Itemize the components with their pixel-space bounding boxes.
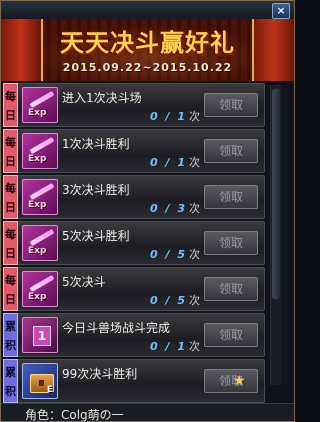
- level-badge-icon[interactable]: 1: [22, 317, 58, 353]
- exp-sword-icon[interactable]: Exp: [22, 179, 58, 215]
- task-progress: 0 / 1次: [150, 110, 200, 123]
- task-name: 3次决斗胜利: [62, 183, 130, 197]
- task-row: 每 日 Exp 进入1次决斗场 0 / 1次 领取: [3, 83, 265, 127]
- task-progress: 0 / 1次: [150, 340, 200, 353]
- exp-sword-icon[interactable]: Exp: [22, 225, 58, 261]
- task-row: 累 积 E 99次决斗胜利 领取: [3, 359, 265, 403]
- title-bar[interactable]: ×: [1, 1, 294, 20]
- category-char: 积: [5, 338, 16, 352]
- claim-button[interactable]: 领取: [204, 139, 258, 163]
- icon-label: Exp: [28, 292, 47, 302]
- category-char: 日: [5, 246, 16, 260]
- task-progress: 0 / 5次: [150, 248, 200, 261]
- task-name: 5次决斗: [62, 275, 106, 289]
- category-tag-daily: 每 日: [3, 175, 18, 219]
- category-char: 累: [5, 319, 16, 333]
- category-char: 每: [5, 273, 16, 287]
- exp-sword-icon[interactable]: Exp: [22, 87, 58, 123]
- task-name: 5次决斗胜利: [62, 229, 130, 243]
- sparkle-icon: ★: [233, 373, 246, 389]
- category-char: 日: [5, 154, 16, 168]
- claim-button[interactable]: 领取: [204, 93, 258, 117]
- task-name: 今日斗兽场战斗完成: [62, 321, 171, 335]
- category-char: 日: [5, 200, 16, 214]
- claim-button[interactable]: 领取: [204, 231, 258, 255]
- close-button[interactable]: ×: [272, 3, 290, 19]
- category-char: 每: [5, 227, 16, 241]
- category-char: 每: [5, 181, 16, 195]
- task-name: 99次决斗胜利: [62, 367, 138, 381]
- task-name: 1次决斗胜利: [62, 137, 130, 151]
- task-row: 每 日 Exp 3次决斗胜利 0 / 3次 领取: [3, 175, 265, 219]
- exp-sword-icon[interactable]: Exp: [22, 271, 58, 307]
- task-row: 累 积 1 今日斗兽场战斗完成 0 / 1次 领取: [3, 313, 265, 357]
- icon-label: Exp: [28, 246, 47, 256]
- category-tag-cumulative: 累 积: [3, 359, 18, 403]
- category-char: 日: [5, 292, 16, 306]
- claim-button[interactable]: 领取: [204, 369, 258, 393]
- event-banner: 天天决斗赢好礼 2015.09.22~2015.10.22: [1, 19, 294, 81]
- banner-title: 天天决斗赢好礼: [60, 29, 235, 57]
- icon-label: 1: [33, 326, 51, 346]
- task-progress: 0 / 3次: [150, 202, 200, 215]
- claim-button[interactable]: 领取: [204, 185, 258, 209]
- task-row: 每 日 Exp 5次决斗胜利 0 / 5次 领取: [3, 221, 265, 265]
- task-row: 每 日 Exp 5次决斗 0 / 5次 领取: [3, 267, 265, 311]
- role-name: 角色：Colg萌の一: [25, 408, 124, 422]
- category-char: 日: [5, 108, 16, 122]
- category-char: 累: [5, 365, 16, 379]
- icon-label: Exp: [28, 200, 47, 210]
- scrollbar-thumb[interactable]: [272, 89, 280, 299]
- icon-label: E: [46, 385, 53, 395]
- category-tag-daily: 每 日: [3, 83, 18, 127]
- exp-sword-icon[interactable]: Exp: [22, 133, 58, 169]
- category-tag-cumulative: 累 积: [3, 313, 18, 357]
- category-tag-daily: 每 日: [3, 267, 18, 311]
- task-progress: 0 / 5次: [150, 294, 200, 307]
- category-tag-daily: 每 日: [3, 221, 18, 265]
- treasure-chest-icon[interactable]: E: [22, 363, 58, 399]
- category-tag-daily: 每 日: [3, 129, 18, 173]
- scrollbar[interactable]: [270, 85, 281, 385]
- claim-button[interactable]: 领取: [204, 323, 258, 347]
- banner-date: 2015.09.22~2015.10.22: [62, 61, 233, 74]
- category-char: 每: [5, 89, 16, 103]
- event-window: × 天天决斗赢好礼 2015.09.22~2015.10.22 每 日 Exp …: [0, 0, 295, 422]
- task-name: 进入1次决斗场: [62, 91, 142, 105]
- task-progress: 0 / 1次: [150, 156, 200, 169]
- task-row: 每 日 Exp 1次决斗胜利 0 / 1次 领取: [3, 129, 265, 173]
- icon-label: Exp: [28, 154, 47, 164]
- icon-label: Exp: [28, 108, 47, 118]
- footer-bar: 角色：Colg萌の一: [1, 403, 294, 422]
- category-char: 积: [5, 384, 16, 398]
- category-char: 每: [5, 135, 16, 149]
- claim-button[interactable]: 领取: [204, 277, 258, 301]
